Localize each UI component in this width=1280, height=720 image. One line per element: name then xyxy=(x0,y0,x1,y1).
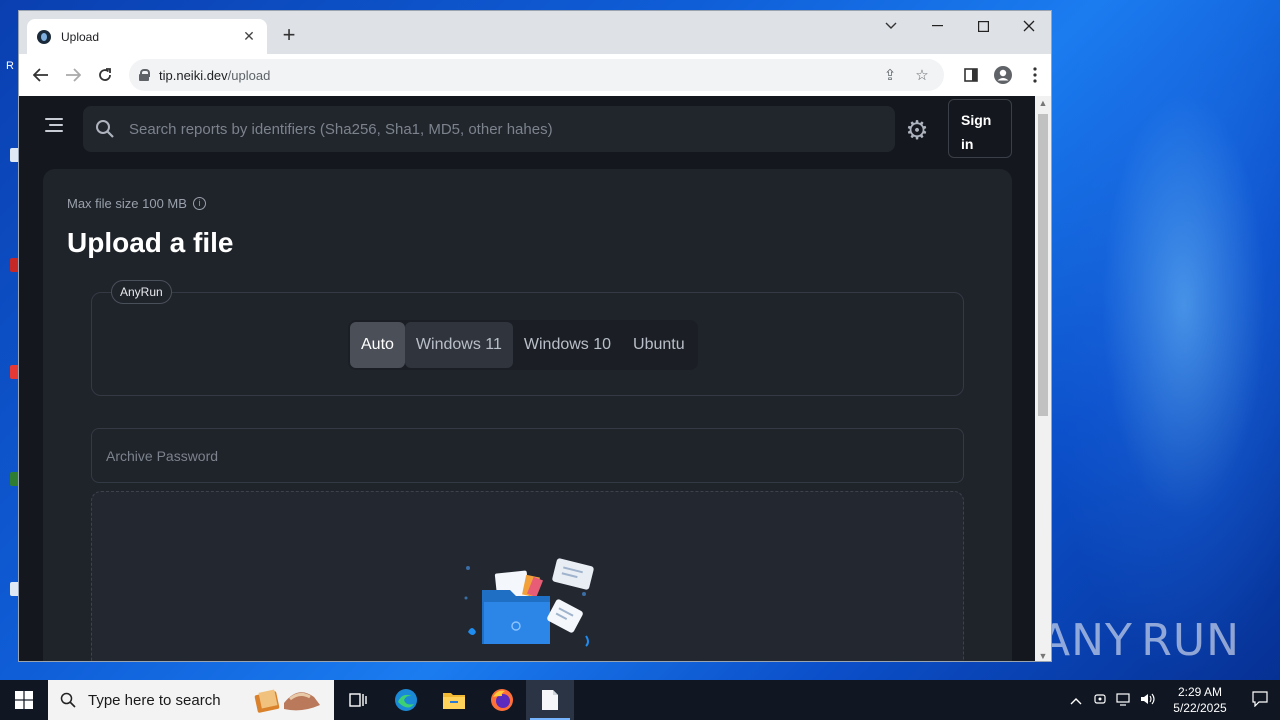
report-search-bar[interactable] xyxy=(83,106,895,152)
profile-avatar-icon[interactable] xyxy=(987,59,1019,91)
address-bar[interactable]: tip.neiki.dev/upload ⇪ ☆ xyxy=(129,59,944,91)
reload-icon xyxy=(99,68,111,81)
os-option-auto[interactable]: Auto xyxy=(350,322,405,368)
web-page: ⚙ Sign in Max file size 100 MB i Upload … xyxy=(19,96,1035,661)
max-file-size-note: Max file size 100 MB i xyxy=(67,196,206,211)
browser-toolbar: tip.neiki.dev/upload ⇪ ☆ xyxy=(19,54,1051,96)
file-drop-zone[interactable] xyxy=(91,491,964,661)
info-icon[interactable]: i xyxy=(192,197,206,210)
url-path: /upload xyxy=(227,67,271,83)
upload-card: Max file size 100 MB i Upload a file Aut… xyxy=(43,169,1012,661)
meet-now-icon[interactable] xyxy=(1088,692,1112,709)
os-selector-panel: Auto Windows 11 Windows 10 Ubuntu xyxy=(91,292,964,396)
page-scrollbar[interactable]: ▲ ▼ xyxy=(1035,96,1051,661)
archive-password-field[interactable] xyxy=(91,428,964,483)
clock-date: 5/22/2025 xyxy=(1173,701,1227,715)
sign-in-button[interactable]: Sign in xyxy=(948,99,1012,158)
start-button[interactable] xyxy=(0,680,48,720)
search-highlight-illustration-icon xyxy=(254,689,320,713)
forward-button[interactable] xyxy=(57,59,89,91)
task-view-icon[interactable] xyxy=(334,680,382,720)
windows-logo-icon xyxy=(15,691,33,709)
system-tray: 2:29 AM 5/22/2025 xyxy=(1064,680,1280,720)
url-host: tip.neiki.dev xyxy=(159,67,228,83)
os-option-windows-10[interactable]: Windows 10 xyxy=(513,322,622,368)
max-file-size-text: Max file size 100 MB xyxy=(67,196,187,211)
file-explorer-icon[interactable] xyxy=(430,680,478,720)
volume-icon[interactable] xyxy=(1136,692,1160,709)
watermark-any-text: ANY xyxy=(1040,614,1133,666)
hamburger-menu-icon[interactable] xyxy=(45,118,63,132)
back-arrow-icon xyxy=(33,68,48,82)
maximize-button[interactable] xyxy=(960,11,1006,41)
clock-time: 2:29 AM xyxy=(1177,685,1223,699)
tab-upload[interactable]: Upload ✕ xyxy=(27,19,267,54)
forward-arrow-icon xyxy=(66,68,81,82)
reload-button[interactable] xyxy=(89,59,121,91)
site-favicon-icon xyxy=(37,29,51,44)
os-option-ubuntu[interactable]: Ubuntu xyxy=(622,322,696,368)
watermark-run-text: RUN xyxy=(1141,614,1240,666)
menu-kebab-icon[interactable] xyxy=(1019,59,1051,91)
minimize-button[interactable] xyxy=(914,11,960,41)
tab-close-icon[interactable]: ✕ xyxy=(241,28,257,45)
taskbar-search-box[interactable]: Type here to search xyxy=(48,680,334,720)
tab-strip: Upload ✕ + xyxy=(19,11,1051,54)
notification-center-icon[interactable] xyxy=(1240,690,1280,710)
windows-taskbar: Type here to search 2:29 AM 5/22/2025 xyxy=(0,680,1280,720)
tray-overflow-chevron-icon[interactable] xyxy=(1064,693,1088,708)
desktop-icons-strip: R xyxy=(0,0,20,680)
report-search-input[interactable] xyxy=(129,120,883,138)
firefox-icon[interactable] xyxy=(478,680,526,720)
network-icon[interactable] xyxy=(1112,692,1136,709)
browser-window: Upload ✕ + tip.neiki.dev/upload ⇪ ☆ Sear… xyxy=(18,10,1052,662)
tab-title: Upload xyxy=(61,29,100,44)
os-segmented-control: Auto Windows 11 Windows 10 Ubuntu xyxy=(348,320,698,370)
page-title: Upload a file xyxy=(67,227,234,258)
tab-search-chevron-icon[interactable] xyxy=(868,11,914,41)
taskbar-clock[interactable]: 2:29 AM 5/22/2025 xyxy=(1160,684,1240,716)
scroll-down-arrow-icon[interactable]: ▼ xyxy=(1035,649,1051,661)
taskbar-search-placeholder: Type here to search xyxy=(88,691,221,709)
new-tab-button[interactable]: + xyxy=(277,23,301,47)
os-option-windows-11[interactable]: Windows 11 xyxy=(404,322,513,368)
desktop-icon-label: R xyxy=(6,60,14,72)
desktop-wallpaper-glow xyxy=(1040,0,1280,680)
scroll-up-arrow-icon[interactable]: ▲ xyxy=(1035,96,1051,110)
search-icon xyxy=(96,120,114,138)
taskbar-search-icon xyxy=(60,692,76,708)
close-window-button[interactable] xyxy=(1006,11,1051,41)
folder-with-files-illustration xyxy=(464,558,594,647)
lock-icon[interactable] xyxy=(139,69,150,81)
back-button[interactable] xyxy=(25,59,57,91)
scrollbar-thumb[interactable] xyxy=(1038,114,1048,416)
side-panel-icon[interactable] xyxy=(955,59,987,91)
settings-gear-icon[interactable]: ⚙ xyxy=(903,116,931,144)
bookmark-star-icon[interactable]: ☆ xyxy=(910,66,934,84)
sandbox-badge: AnyRun xyxy=(111,280,172,304)
url-text[interactable]: tip.neiki.dev/upload xyxy=(159,68,870,83)
archive-password-input[interactable] xyxy=(106,447,949,464)
share-icon[interactable]: ⇪ xyxy=(878,66,902,84)
anyrun-watermark: ANY RUN xyxy=(1040,605,1240,675)
notepad-app-icon[interactable] xyxy=(526,680,574,720)
edge-browser-icon[interactable] xyxy=(382,680,430,720)
